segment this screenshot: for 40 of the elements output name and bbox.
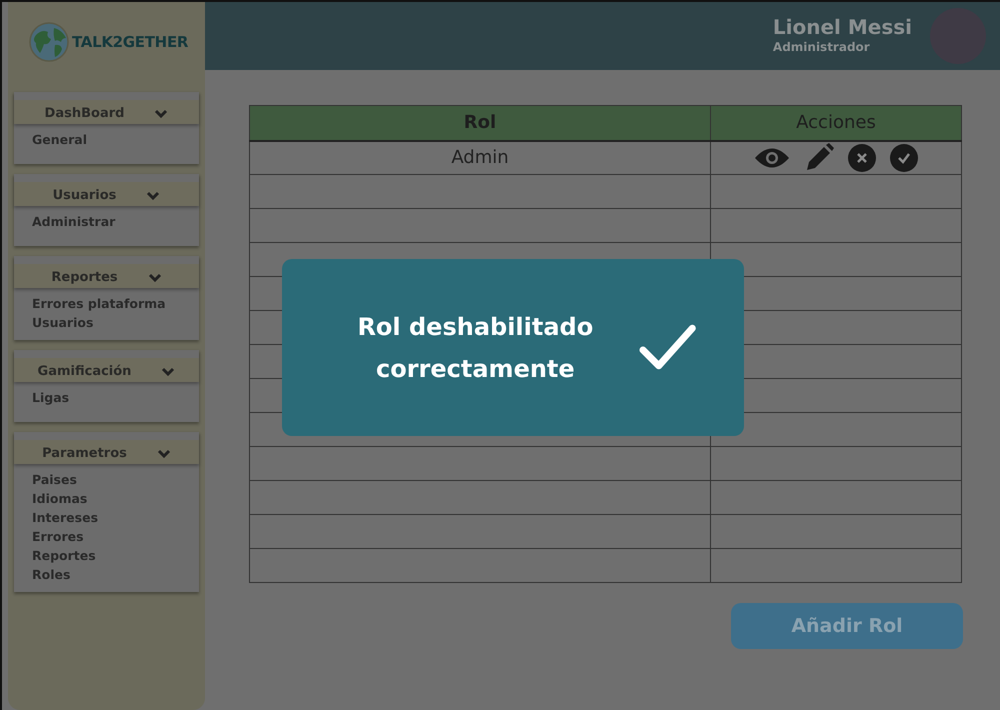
checkmark-icon [638, 324, 696, 372]
sidebar-item[interactable]: Idiomas [32, 489, 181, 508]
dialog-message: Rol deshabilitado correctamente [356, 312, 594, 384]
section-title: Usuarios [52, 187, 116, 206]
check-circle-icon[interactable] [890, 144, 918, 172]
chevron-down-icon[interactable] [161, 367, 176, 377]
section-title: Reportes [51, 269, 118, 288]
logo-text: TALK2GETHER [72, 32, 188, 53]
add-role-button[interactable]: Añadir Rol [731, 603, 963, 649]
sidebar-item[interactable]: Intereses [32, 508, 181, 527]
section-header[interactable]: Parametros [14, 432, 199, 464]
section-title: Gamificación [38, 363, 132, 382]
section-header[interactable]: Gamificación [14, 350, 199, 382]
close-icon[interactable] [848, 144, 876, 172]
section-header[interactable]: Usuarios [14, 174, 199, 206]
section-title: DashBoard [44, 105, 124, 124]
globe-icon [28, 21, 70, 63]
pencil-icon[interactable] [804, 142, 834, 173]
section-header[interactable]: DashBoard [14, 92, 199, 124]
column-header: Rol [250, 106, 710, 140]
sidebar-item[interactable]: General [32, 130, 181, 149]
section-header[interactable]: Reportes [14, 256, 199, 288]
user-role: Administrador [772, 39, 871, 56]
column-header: Acciones [710, 106, 962, 140]
sidebar-item[interactable]: Administrar [32, 212, 181, 231]
eye-icon[interactable] [754, 146, 790, 169]
chevron-down-icon[interactable] [154, 109, 168, 119]
sidebar-item[interactable]: Paises [32, 470, 181, 489]
sidebar-item[interactable]: Usuarios [32, 313, 181, 332]
chevron-down-icon[interactable] [156, 449, 171, 459]
sidebar-item[interactable]: Errores [32, 527, 181, 546]
chevron-down-icon[interactable] [148, 273, 162, 283]
section-title: Parametros [42, 445, 127, 464]
table-cell: Admin [250, 140, 710, 174]
sidebar-item[interactable]: Errores plataforma [32, 294, 181, 313]
sidebar-item[interactable]: Ligas [32, 388, 181, 407]
chevron-down-icon[interactable] [146, 191, 160, 201]
sidebar-item[interactable]: Roles [32, 565, 181, 584]
user-name: Lionel Messi [772, 16, 912, 38]
sidebar-item[interactable]: Reportes [32, 546, 181, 565]
